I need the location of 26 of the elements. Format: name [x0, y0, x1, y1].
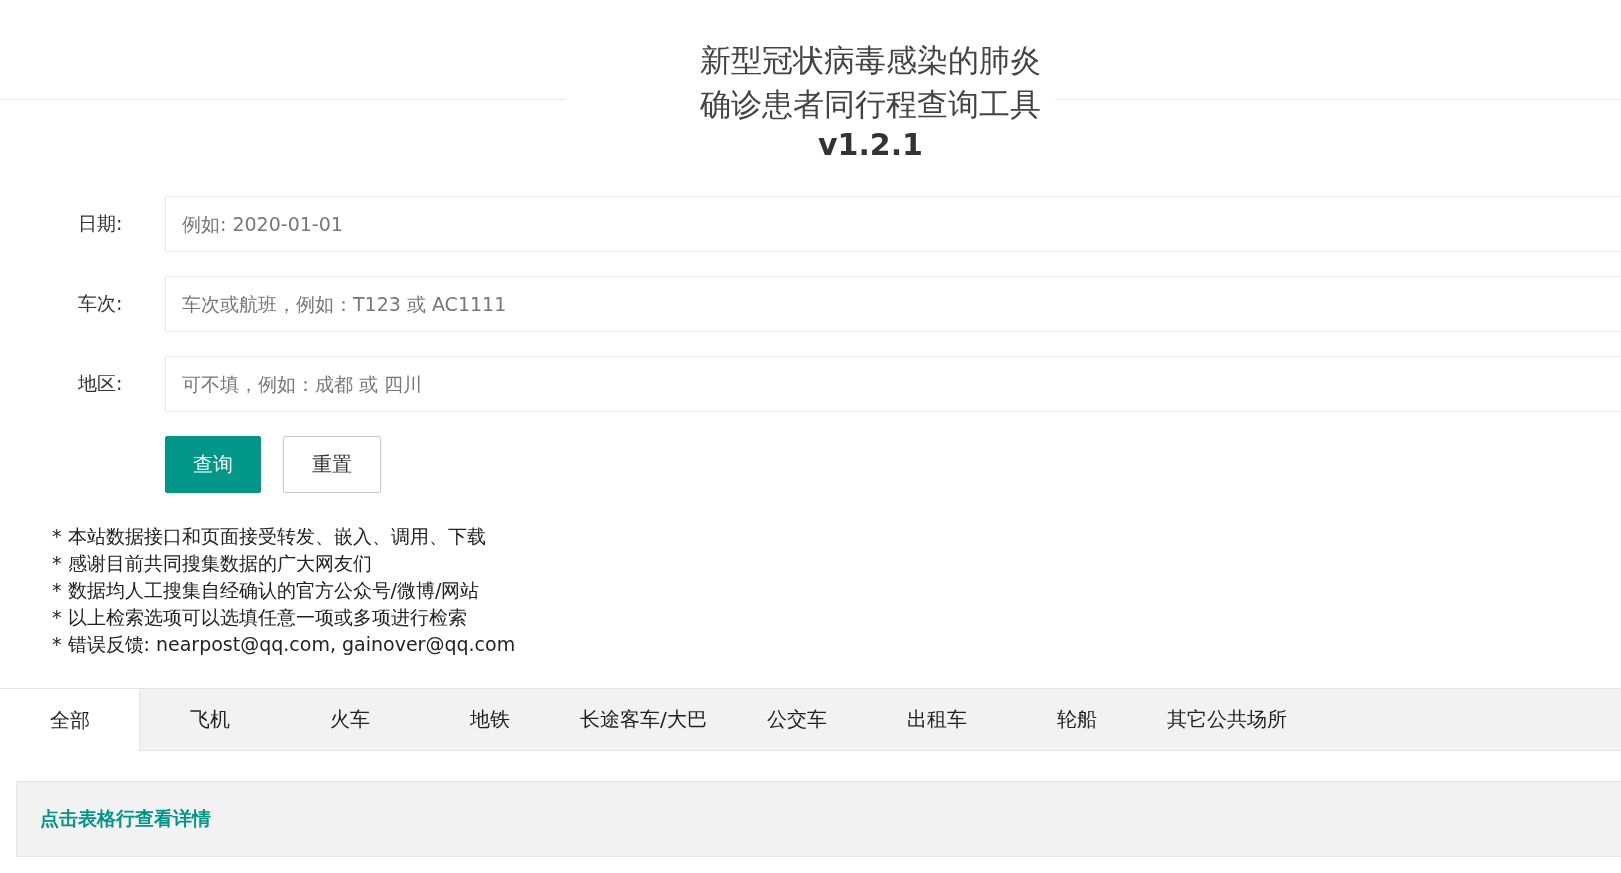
tab[interactable]: 其它公共场所 — [1146, 689, 1307, 750]
reset-button[interactable]: 重置 — [283, 436, 381, 493]
input-field[interactable]: 例如: 2020-01-01 — [165, 196, 1621, 252]
tab[interactable]: 全部 — [0, 689, 140, 751]
field-label: 车次: — [77, 291, 124, 316]
input-field[interactable]: 车次或航班，例如：T123 或 AC1111 — [165, 276, 1621, 332]
note-text: * 本站数据接口和页面接受转发、嵌入、调用、下载 — [52, 524, 487, 549]
tab[interactable]: 出租车 — [866, 689, 1007, 750]
tab[interactable]: 公交车 — [726, 689, 867, 750]
note-text: * 感谢目前共同搜集数据的广大网友们 — [52, 551, 373, 576]
tab[interactable]: 长途客车/大巴 — [560, 689, 727, 750]
version-label: v1.2.1 — [818, 126, 923, 164]
tab[interactable]: 轮船 — [1006, 689, 1147, 750]
page-title: 确诊患者同行程查询工具 — [700, 85, 1041, 124]
page-title: 新型冠状病毒感染的肺炎 — [700, 41, 1041, 80]
field-label: 日期: — [77, 211, 124, 236]
panel-heading: 点击表格行查看详情 — [40, 806, 211, 831]
field-label: 地区: — [77, 371, 124, 396]
note-text: * 数据均人工搜集自经确认的官方公众号/微博/网站 — [52, 578, 481, 603]
note-text: * 错误反馈: nearpost@qq.com, gainover@qq.com — [52, 632, 517, 657]
tab[interactable]: 飞机 — [140, 689, 280, 750]
search-button[interactable]: 查询 — [165, 436, 261, 493]
tab[interactable]: 地铁 — [420, 689, 560, 750]
note-text: * 以上检索选项可以选填任意一项或多项进行检索 — [52, 605, 468, 630]
input-field[interactable]: 可不填，例如：成都 或 四川 — [165, 356, 1621, 412]
tab[interactable]: 火车 — [280, 689, 420, 750]
